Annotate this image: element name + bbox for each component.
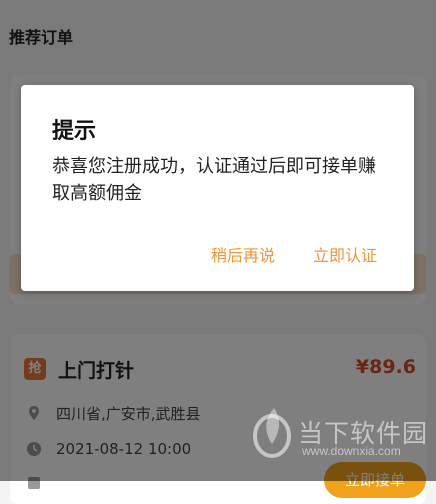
later-button[interactable]: 稍后再说 bbox=[211, 242, 275, 266]
watermark: 当下软件园 www.downxia.com bbox=[252, 400, 432, 470]
verify-now-button[interactable]: 立即认证 bbox=[313, 242, 377, 266]
dialog-message: 恭喜您注册成功，认证通过后即可接单赚取高额佣金 bbox=[52, 156, 376, 204]
watermark-url: www.downxia.com bbox=[302, 444, 401, 458]
watermark-logo-icon bbox=[253, 408, 291, 458]
registration-success-dialog: 提示 恭喜您注册成功，认证通过后即可接单赚取高额佣金 稍后再说 立即认证 bbox=[21, 85, 414, 291]
dialog-title: 提示 bbox=[52, 119, 97, 144]
